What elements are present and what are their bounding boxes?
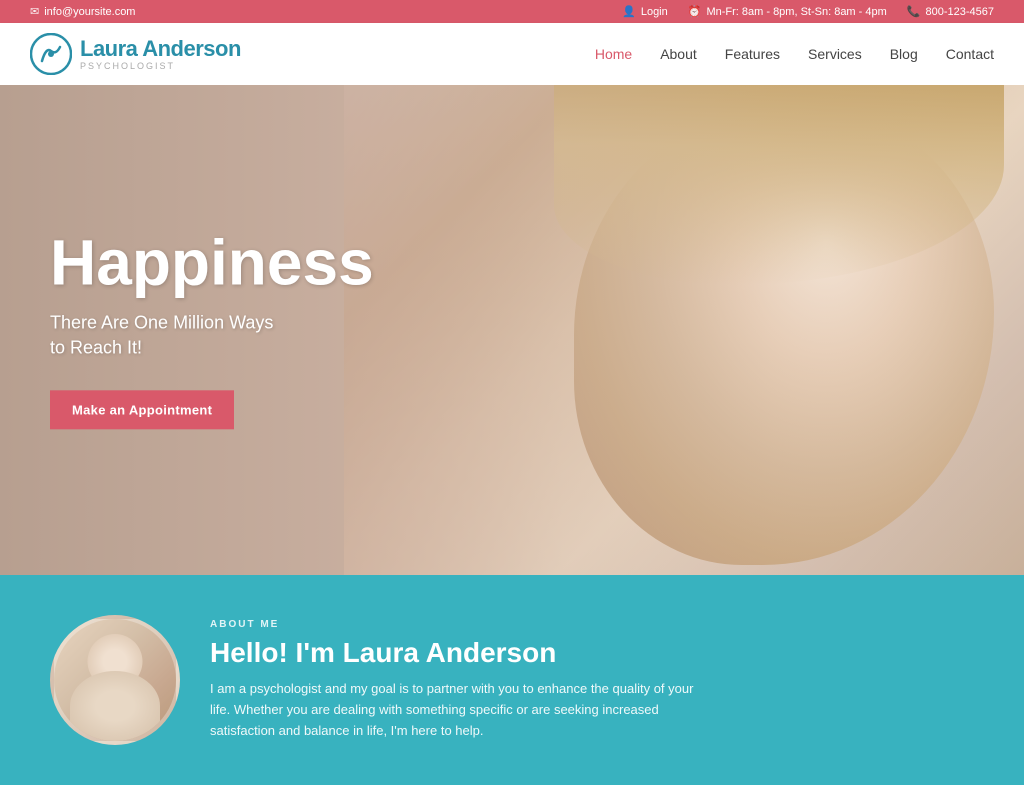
email-icon: ✉ [30,5,39,18]
about-text: ABOUT ME Hello! I'm Laura Anderson I am … [210,619,710,742]
phone-item: 📞 800-123-4567 [907,5,994,18]
nav-item-about[interactable]: About [660,46,697,62]
hero-section: Happiness There Are One Million Ways to … [0,85,1024,575]
phone-text: 800-123-4567 [925,6,994,18]
about-heading: Hello! I'm Laura Anderson [210,636,710,670]
login-item[interactable]: 👤 Login [622,5,668,18]
logo[interactable]: Laura Anderson Psychologist [30,33,241,75]
about-section: ABOUT ME Hello! I'm Laura Anderson I am … [0,575,1024,785]
appointment-button[interactable]: Make an Appointment [50,391,234,430]
logo-name: Laura Anderson [80,37,241,61]
top-bar: ✉ info@yoursite.com 👤 Login ⏰ Mn-Fr: 8am… [0,0,1024,23]
hero-title: Happiness [50,230,374,294]
email-item: ✉ info@yoursite.com [30,5,135,18]
logo-icon [30,33,72,75]
nav-item-contact[interactable]: Contact [946,46,994,62]
logo-text-container: Laura Anderson Psychologist [80,37,241,71]
nav-item-services[interactable]: Services [808,46,862,62]
top-bar-right: 👤 Login ⏰ Mn-Fr: 8am - 8pm, St-Sn: 8am -… [622,5,994,18]
email-text: info@yoursite.com [44,6,135,18]
about-avatar [50,615,180,745]
user-icon: 👤 [622,5,636,18]
hero-subtitle: There Are One Million Ways to Reach It! [50,310,374,360]
main-nav: Home About Features Services Blog Contac… [595,46,994,62]
top-bar-left: ✉ info@yoursite.com [30,5,135,18]
login-text: Login [641,6,668,18]
hours-text: Mn-Fr: 8am - 8pm, St-Sn: 8am - 4pm [706,6,886,18]
hero-subtitle-line2: to Reach It! [50,338,142,358]
nav-item-home[interactable]: Home [595,46,632,62]
clock-icon: ⏰ [688,5,702,18]
hero-content: Happiness There Are One Million Ways to … [50,230,374,429]
about-description: I am a psychologist and my goal is to pa… [210,679,710,741]
nav-item-features[interactable]: Features [725,46,780,62]
site-header: Laura Anderson Psychologist Home About F… [0,23,1024,85]
hours-item: ⏰ Mn-Fr: 8am - 8pm, St-Sn: 8am - 4pm [688,5,887,18]
logo-subtitle: Psychologist [80,61,241,71]
phone-icon: 📞 [907,5,921,18]
about-label: ABOUT ME [210,619,710,630]
hero-subtitle-line1: There Are One Million Ways [50,312,273,332]
nav-item-blog[interactable]: Blog [890,46,918,62]
